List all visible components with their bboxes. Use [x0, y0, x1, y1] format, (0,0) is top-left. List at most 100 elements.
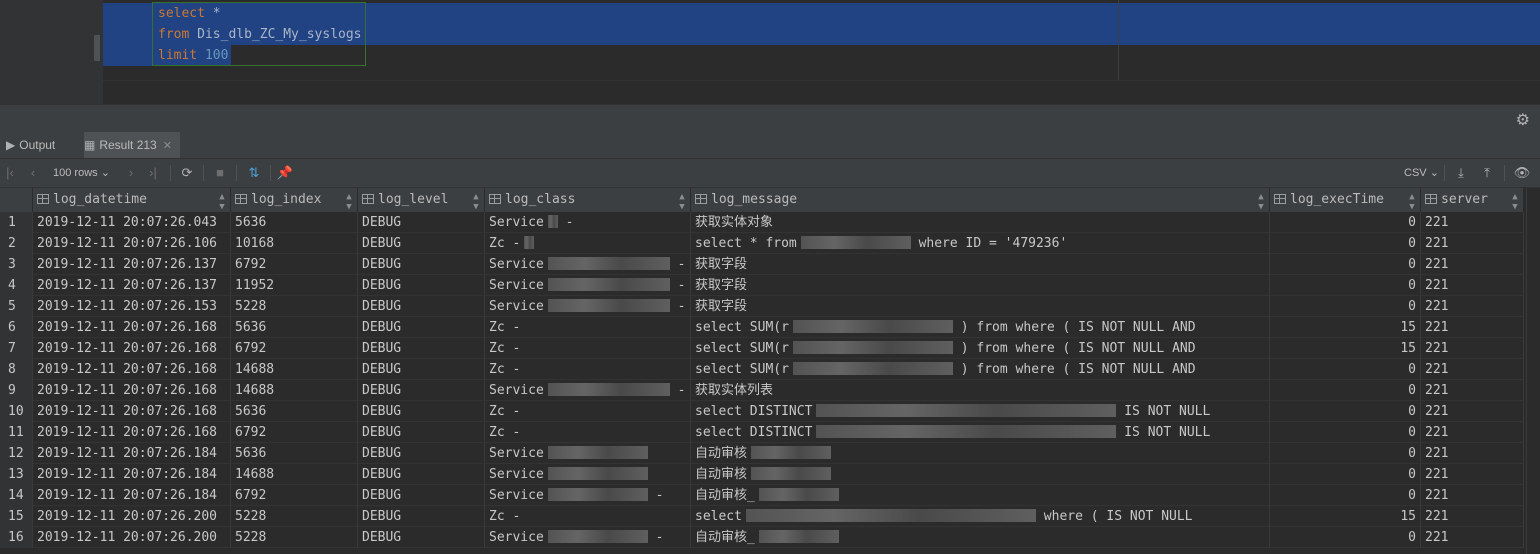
sql-editor[interactable]: 3 4 5 ✔ select * from Dis_dlb_ZC_My_sysl… [0, 0, 1540, 105]
cell-log-datetime[interactable]: 2019-12-11 20:07:26.153 [33, 296, 231, 317]
column-header-log-message[interactable]: log_message ▲▼ [691, 188, 1270, 212]
tab-result[interactable]: ▦ Result 213 ✕ [84, 132, 180, 158]
cell-log-message[interactable]: select * from where ID = '479236' [691, 233, 1270, 254]
tab-output[interactable]: ▶ Output [6, 132, 55, 158]
cell-log-index[interactable]: 10168 [231, 233, 358, 254]
cell-log-index[interactable]: 5228 [231, 506, 358, 527]
cell-log-message[interactable]: 自动审核 [691, 443, 1270, 464]
row-number[interactable]: 10 [0, 401, 33, 422]
cell-log-index[interactable]: 14688 [231, 464, 358, 485]
table-row[interactable]: 6 2019-12-11 20:07:26.168 5636 DEBUG Zc - sel… [0, 317, 1540, 338]
row-number[interactable]: 6 [0, 317, 33, 338]
refresh-icon[interactable]: ⟳ [178, 163, 196, 183]
row-number[interactable]: 11 [0, 422, 33, 443]
row-number[interactable]: 4 [0, 275, 33, 296]
cell-log-datetime[interactable]: 2019-12-11 20:07:26.137 [33, 275, 231, 296]
cell-log-class[interactable]: Service - [485, 254, 691, 275]
cell-log-level[interactable]: DEBUG [358, 422, 485, 443]
cell-log-exectime[interactable]: 0 [1270, 359, 1421, 380]
cell-server[interactable]: 221 [1421, 527, 1524, 548]
table-row[interactable]: 10 2019-12-11 20:07:26.168 5636 DEBUG Zc - se… [0, 401, 1540, 422]
table-row[interactable]: 16 2019-12-11 20:07:26.200 5228 DEBUG Servic… [0, 527, 1540, 548]
result-grid[interactable]: log_datetime ▲▼ log_index ▲▼ log_level ▲▼ log_… [0, 188, 1540, 554]
table-row[interactable]: 4 2019-12-11 20:07:26.137 11952 DEBUG Servic… [0, 275, 1540, 296]
cell-log-message[interactable]: 自动审核 [691, 464, 1270, 485]
row-number[interactable]: 3 [0, 254, 33, 275]
cell-log-class[interactable]: Service - [485, 380, 691, 401]
cell-log-exectime[interactable]: 0 [1270, 485, 1421, 506]
stop-icon[interactable]: ■ [212, 163, 228, 183]
cell-log-index[interactable]: 6792 [231, 422, 358, 443]
cell-log-index[interactable]: 5228 [231, 296, 358, 317]
table-row[interactable]: 3 2019-12-11 20:07:26.137 6792 DEBUG Service… [0, 254, 1540, 275]
cell-log-datetime[interactable]: 2019-12-11 20:07:26.168 [33, 338, 231, 359]
cell-log-class[interactable]: Zc - [485, 506, 691, 527]
gear-icon[interactable]: ⚙ [1516, 110, 1530, 130]
cell-log-exectime[interactable]: 0 [1270, 380, 1421, 401]
cell-log-exectime[interactable]: 0 [1270, 443, 1421, 464]
code-line[interactable]: limit 100 [158, 45, 228, 66]
row-number[interactable]: 12 [0, 443, 33, 464]
table-row[interactable]: 15 2019-12-11 20:07:26.200 5228 DEBUG Zc - se… [0, 506, 1540, 527]
cell-log-index[interactable]: 6792 [231, 485, 358, 506]
cell-log-datetime[interactable]: 2019-12-11 20:07:26.106 [33, 233, 231, 254]
cell-log-datetime[interactable]: 2019-12-11 20:07:26.168 [33, 380, 231, 401]
cell-log-class[interactable]: Service [485, 443, 691, 464]
previous-page-icon[interactable]: ‹ [26, 163, 40, 183]
row-number[interactable]: 7 [0, 338, 33, 359]
cell-log-message[interactable]: 获取实体列表 [691, 380, 1270, 401]
cell-log-level[interactable]: DEBUG [358, 401, 485, 422]
cell-log-message[interactable]: 获取字段 [691, 275, 1270, 296]
row-number[interactable]: 14 [0, 485, 33, 506]
row-number[interactable]: 15 [0, 506, 33, 527]
cell-log-exectime[interactable]: 0 [1270, 233, 1421, 254]
column-header-log-datetime[interactable]: log_datetime ▲▼ [33, 188, 231, 212]
cell-log-exectime[interactable]: 0 [1270, 212, 1421, 233]
cell-log-datetime[interactable]: 2019-12-11 20:07:26.168 [33, 359, 231, 380]
cell-server[interactable]: 221 [1421, 401, 1524, 422]
cell-log-index[interactable]: 6792 [231, 254, 358, 275]
sort-icon[interactable]: ▲▼ [344, 192, 354, 212]
sort-icon[interactable]: ▲▼ [1510, 192, 1520, 212]
cell-log-datetime[interactable]: 2019-12-11 20:07:26.200 [33, 506, 231, 527]
column-header-log-level[interactable]: log_level ▲▼ [358, 188, 485, 212]
sort-icon[interactable]: ▲▼ [1256, 192, 1266, 212]
cell-log-datetime[interactable]: 2019-12-11 20:07:26.184 [33, 443, 231, 464]
cell-log-message[interactable]: 获取字段 [691, 254, 1270, 275]
table-row[interactable]: 8 2019-12-11 20:07:26.168 14688 DEBUG Zc - se… [0, 359, 1540, 380]
cell-log-index[interactable]: 14688 [231, 359, 358, 380]
first-page-icon[interactable]: |‹ [2, 163, 18, 183]
cell-server[interactable]: 221 [1421, 212, 1524, 233]
cell-log-message[interactable]: 自动审核_ [691, 485, 1270, 506]
table-row[interactable]: 7 2019-12-11 20:07:26.168 6792 DEBUG Zc - sel… [0, 338, 1540, 359]
cell-server[interactable]: 221 [1421, 443, 1524, 464]
cell-log-datetime[interactable]: 2019-12-11 20:07:26.200 [33, 527, 231, 548]
sort-icon[interactable]: ▲▼ [677, 192, 687, 212]
sort-icon[interactable]: ▲▼ [1407, 192, 1417, 212]
row-number[interactable]: 8 [0, 359, 33, 380]
next-page-icon[interactable]: › [124, 163, 138, 183]
cell-log-level[interactable]: DEBUG [358, 338, 485, 359]
cell-server[interactable]: 221 [1421, 380, 1524, 401]
cell-log-class[interactable]: Zc - [485, 359, 691, 380]
code-line[interactable]: from Dis_dlb_ZC_My_syslogs [158, 24, 362, 45]
cell-log-level[interactable]: DEBUG [358, 485, 485, 506]
cell-log-level[interactable]: DEBUG [358, 233, 485, 254]
cell-log-exectime[interactable]: 15 [1270, 338, 1421, 359]
cell-log-exectime[interactable]: 0 [1270, 464, 1421, 485]
cell-log-datetime[interactable]: 2019-12-11 20:07:26.184 [33, 464, 231, 485]
cell-log-class[interactable]: Zc - [485, 338, 691, 359]
cell-log-exectime[interactable]: 0 [1270, 254, 1421, 275]
cell-log-message[interactable]: select where ( IS NOT NULL [691, 506, 1270, 527]
code-area[interactable]: select * from Dis_dlb_ZC_My_syslogs limi… [103, 0, 1540, 80]
cell-log-message[interactable]: select SUM(r ) from where ( IS NOT NULL … [691, 338, 1270, 359]
cell-log-exectime[interactable]: 0 [1270, 401, 1421, 422]
pin-icon[interactable]: 📌 [276, 163, 294, 183]
row-number[interactable]: 16 [0, 527, 33, 548]
cell-log-message[interactable]: select DISTINCT IS NOT NULL [691, 401, 1270, 422]
table-row[interactable]: 13 2019-12-11 20:07:26.184 14688 DEBUG Servi… [0, 464, 1540, 485]
row-number[interactable]: 2 [0, 233, 33, 254]
cell-server[interactable]: 221 [1421, 275, 1524, 296]
cell-log-datetime[interactable]: 2019-12-11 20:07:26.043 [33, 212, 231, 233]
cell-log-datetime[interactable]: 2019-12-11 20:07:26.184 [33, 485, 231, 506]
